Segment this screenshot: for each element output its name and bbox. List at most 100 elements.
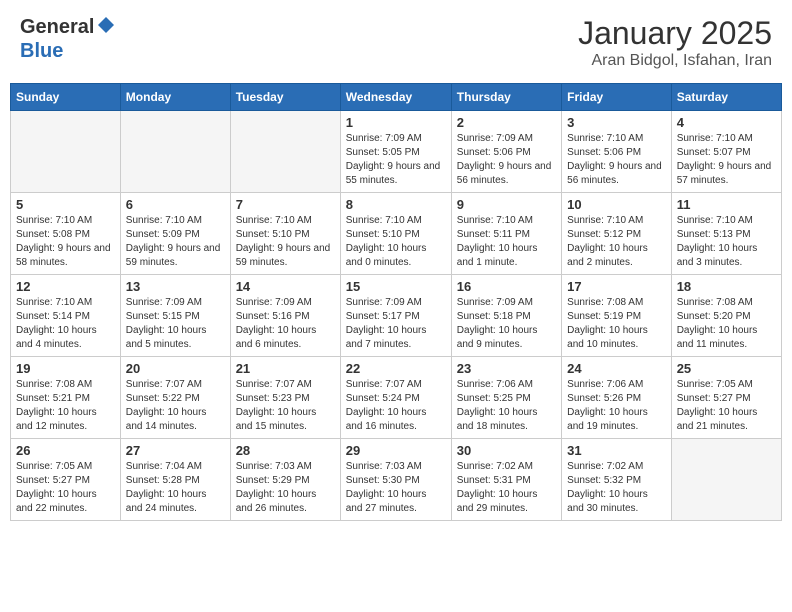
day-info: Sunrise: 7:10 AMSunset: 5:06 PMDaylight:… (567, 132, 666, 188)
logo-general-text: General (20, 16, 94, 39)
calendar-day-cell (230, 111, 340, 193)
calendar-day-cell: 13 Sunrise: 7:09 AMSunset: 5:15 PMDayligh… (120, 275, 230, 357)
calendar-day-cell: 9Sunrise: 7:10 AMSunset: 5:11 PMDaylight… (451, 193, 561, 275)
logo-blue-text: Blue (20, 40, 63, 62)
day-number: 15 (346, 279, 446, 294)
day-number: 8 (346, 197, 446, 212)
calendar-day-cell: 4 Sunrise: 7:10 AMSunset: 5:07 PMDaylight… (671, 111, 781, 193)
day-info: Sunrise: 7:05 AMSunset: 5:27 PMDaylight:… (677, 378, 776, 434)
day-info: Sunrise: 7:03 AMSunset: 5:29 PMDaylight:… (236, 460, 335, 516)
day-number: 30 (457, 443, 556, 458)
day-info: Sunrise: 7:09 AMSunset: 5:05 PMDaylight:… (346, 132, 446, 188)
month-title: January 2025 (578, 15, 772, 52)
calendar-day-cell: 24 Sunrise: 7:06 AMSunset: 5:26 PMDayligh… (562, 357, 672, 439)
day-info: Sunrise: 7:06 AMSunset: 5:26 PMDaylight:… (567, 378, 666, 434)
calendar-day-cell: 28 Sunrise: 7:03 AMSunset: 5:29 PMDayligh… (230, 439, 340, 521)
day-number: 2 (457, 115, 556, 130)
calendar-day-cell: 11Sunrise: 7:10 AMSunset: 5:13 PMDayligh… (671, 193, 781, 275)
weekday-header: Sunday (11, 84, 121, 111)
calendar-day-cell: 8 Sunrise: 7:10 AMSunset: 5:10 PMDaylight… (340, 193, 451, 275)
page-header: General Blue January 2025 Aran Bidgol, I… (10, 10, 782, 75)
day-info: Sunrise: 7:10 AMSunset: 5:09 PMDaylight:… (126, 214, 225, 270)
day-info: Sunrise: 7:02 AMSunset: 5:32 PMDaylight:… (567, 460, 666, 516)
day-number: 24 (567, 361, 666, 376)
calendar-day-cell: 25Sunrise: 7:05 AMSunset: 5:27 PMDayligh… (671, 357, 781, 439)
day-number: 18 (677, 279, 776, 294)
day-number: 28 (236, 443, 335, 458)
title-block: January 2025 Aran Bidgol, Isfahan, Iran (578, 15, 772, 70)
calendar-day-cell: 21Sunrise: 7:07 AMSunset: 5:23 PMDayligh… (230, 357, 340, 439)
day-number: 14 (236, 279, 335, 294)
day-number: 16 (457, 279, 556, 294)
day-number: 17 (567, 279, 666, 294)
calendar-day-cell: 5 Sunrise: 7:10 AMSunset: 5:08 PMDaylight… (11, 193, 121, 275)
day-number: 7 (236, 197, 335, 212)
day-info: Sunrise: 7:09 AMSunset: 5:18 PMDaylight:… (457, 296, 556, 352)
day-info: Sunrise: 7:08 AMSunset: 5:21 PMDaylight:… (16, 378, 115, 434)
calendar-week-row: 5 Sunrise: 7:10 AMSunset: 5:08 PMDaylight… (11, 193, 782, 275)
day-number: 9 (457, 197, 556, 212)
calendar-day-cell: 30 Sunrise: 7:02 AMSunset: 5:31 PMDayligh… (451, 439, 561, 521)
day-number: 13 (126, 279, 225, 294)
calendar-day-cell: 22Sunrise: 7:07 AMSunset: 5:24 PMDayligh… (340, 357, 451, 439)
day-number: 20 (126, 361, 225, 376)
calendar-day-cell: 16 Sunrise: 7:09 AMSunset: 5:18 PMDayligh… (451, 275, 561, 357)
day-number: 26 (16, 443, 115, 458)
day-info: Sunrise: 7:07 AMSunset: 5:24 PMDaylight:… (346, 378, 446, 434)
day-info: Sunrise: 7:07 AMSunset: 5:23 PMDaylight:… (236, 378, 335, 434)
calendar-day-cell: 18 Sunrise: 7:08 AMSunset: 5:20 PMDayligh… (671, 275, 781, 357)
calendar-week-row: 26 Sunrise: 7:05 AMSunset: 5:27 PMDayligh… (11, 439, 782, 521)
day-info: Sunrise: 7:02 AMSunset: 5:31 PMDaylight:… (457, 460, 556, 516)
day-info: Sunrise: 7:07 AMSunset: 5:22 PMDaylight:… (126, 378, 225, 434)
day-info: Sunrise: 7:10 AMSunset: 5:13 PMDaylight:… (677, 214, 776, 270)
day-info: Sunrise: 7:10 AMSunset: 5:12 PMDaylight:… (567, 214, 666, 270)
day-info: Sunrise: 7:09 AMSunset: 5:17 PMDaylight:… (346, 296, 446, 352)
calendar-day-cell: 26 Sunrise: 7:05 AMSunset: 5:27 PMDayligh… (11, 439, 121, 521)
day-info: Sunrise: 7:10 AMSunset: 5:07 PMDaylight:… (677, 132, 776, 188)
calendar-day-cell: 17 Sunrise: 7:08 AMSunset: 5:19 PMDayligh… (562, 275, 672, 357)
weekday-header: Saturday (671, 84, 781, 111)
day-number: 3 (567, 115, 666, 130)
day-info: Sunrise: 7:10 AMSunset: 5:10 PMDaylight:… (346, 214, 446, 270)
day-number: 10 (567, 197, 666, 212)
day-info: Sunrise: 7:10 AMSunset: 5:10 PMDaylight:… (236, 214, 335, 270)
day-number: 4 (677, 115, 776, 130)
day-info: Sunrise: 7:10 AMSunset: 5:14 PMDaylight:… (16, 296, 115, 352)
day-number: 23 (457, 361, 556, 376)
day-info: Sunrise: 7:08 AMSunset: 5:19 PMDaylight:… (567, 296, 666, 352)
calendar-day-cell: 1 Sunrise: 7:09 AMSunset: 5:05 PMDaylight… (340, 111, 451, 193)
calendar-day-cell: 2Sunrise: 7:09 AMSunset: 5:06 PMDaylight… (451, 111, 561, 193)
day-info: Sunrise: 7:06 AMSunset: 5:25 PMDaylight:… (457, 378, 556, 434)
day-info: Sunrise: 7:05 AMSunset: 5:27 PMDaylight:… (16, 460, 115, 516)
calendar-day-cell: 14 Sunrise: 7:09 AMSunset: 5:16 PMDayligh… (230, 275, 340, 357)
calendar-day-cell: 12 Sunrise: 7:10 AMSunset: 5:14 PMDayligh… (11, 275, 121, 357)
calendar-day-cell: 6 Sunrise: 7:10 AMSunset: 5:09 PMDaylight… (120, 193, 230, 275)
calendar-week-row: 12 Sunrise: 7:10 AMSunset: 5:14 PMDayligh… (11, 275, 782, 357)
day-number: 5 (16, 197, 115, 212)
day-info: Sunrise: 7:09 AMSunset: 5:15 PMDaylight:… (126, 296, 225, 352)
calendar-day-cell: 27Sunrise: 7:04 AMSunset: 5:28 PMDayligh… (120, 439, 230, 521)
day-info: Sunrise: 7:09 AMSunset: 5:16 PMDaylight:… (236, 296, 335, 352)
calendar-day-cell: 20 Sunrise: 7:07 AMSunset: 5:22 PMDayligh… (120, 357, 230, 439)
calendar-week-row: 1 Sunrise: 7:09 AMSunset: 5:05 PMDaylight… (11, 111, 782, 193)
calendar-day-cell: 19 Sunrise: 7:08 AMSunset: 5:21 PMDayligh… (11, 357, 121, 439)
logo: General Blue (20, 15, 116, 63)
day-number: 1 (346, 115, 446, 130)
calendar-week-row: 19 Sunrise: 7:08 AMSunset: 5:21 PMDayligh… (11, 357, 782, 439)
day-number: 27 (126, 443, 225, 458)
day-info: Sunrise: 7:03 AMSunset: 5:30 PMDaylight:… (346, 460, 446, 516)
calendar-day-cell: 3 Sunrise: 7:10 AMSunset: 5:06 PMDaylight… (562, 111, 672, 193)
weekday-header: Thursday (451, 84, 561, 111)
day-number: 19 (16, 361, 115, 376)
day-number: 6 (126, 197, 225, 212)
weekday-header: Friday (562, 84, 672, 111)
day-info: Sunrise: 7:10 AMSunset: 5:08 PMDaylight:… (16, 214, 115, 270)
calendar-day-cell: 15 Sunrise: 7:09 AMSunset: 5:17 PMDayligh… (340, 275, 451, 357)
calendar-header-row: SundayMondayTuesdayWednesdayThursdayFrid… (11, 84, 782, 111)
calendar-day-cell: 23 Sunrise: 7:06 AMSunset: 5:25 PMDayligh… (451, 357, 561, 439)
day-info: Sunrise: 7:08 AMSunset: 5:20 PMDaylight:… (677, 296, 776, 352)
day-number: 12 (16, 279, 115, 294)
day-number: 31 (567, 443, 666, 458)
logo-icon (96, 15, 116, 40)
calendar-day-cell (671, 439, 781, 521)
